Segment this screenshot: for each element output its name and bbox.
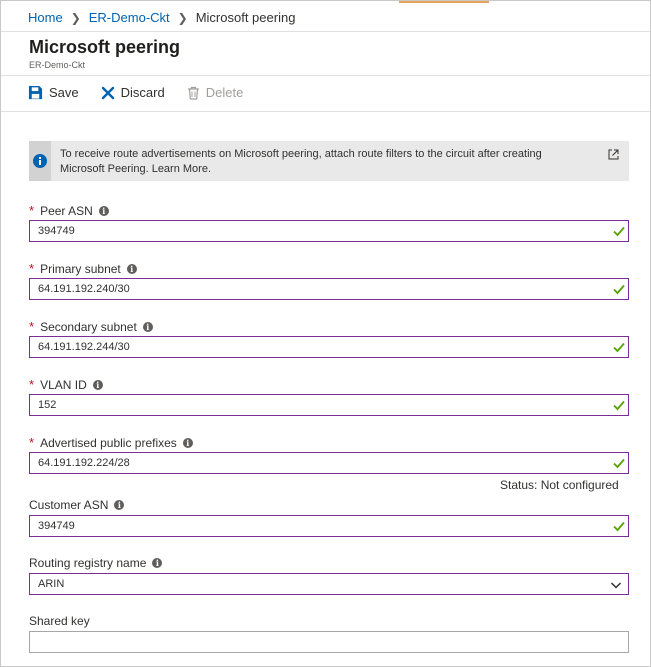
info-icon[interactable]: i [114, 500, 125, 510]
checkmark-icon [613, 458, 625, 469]
checkmark-icon [613, 342, 625, 353]
info-icon[interactable]: i [98, 205, 109, 216]
divider [1, 31, 650, 32]
customer-asn-label: Customer ASN i [29, 498, 125, 512]
info-icon[interactable]: i [92, 379, 103, 390]
close-x-icon [101, 86, 114, 99]
customer-asn-input[interactable]: 394749 [29, 515, 629, 537]
command-bar: Save Discard Delete [28, 85, 265, 100]
required-marker: * [29, 435, 35, 450]
peer-asn-input[interactable]: 394749 [29, 220, 629, 242]
primary-subnet-value: 64.191.192.240/30 [38, 283, 130, 295]
primary-subnet-input[interactable]: 64.191.192.240/30 [29, 278, 629, 300]
chevron-right-icon: ❯ [177, 10, 188, 25]
checkmark-icon [613, 226, 625, 237]
prefix-status-text: Status: Not configured [500, 478, 619, 492]
info-strip [29, 141, 51, 181]
required-marker: * [29, 377, 35, 392]
customer-asn-value: 394749 [38, 520, 75, 532]
peer-asn-value: 394749 [38, 225, 75, 237]
save-button[interactable]: Save [28, 85, 79, 100]
vlan-id-label-text: VLAN ID [40, 377, 87, 392]
info-banner-text: To receive route advertisements on Micro… [60, 147, 600, 177]
checkmark-icon [613, 284, 625, 295]
info-icon[interactable]: i [152, 558, 163, 568]
breadcrumb-circuit-link[interactable]: ER-Demo-Ckt [89, 10, 170, 25]
secondary-subnet-input[interactable]: 64.191.192.244/30 [29, 336, 629, 358]
shared-key-label-text: Shared key [29, 614, 90, 628]
vlan-id-label: * VLAN ID i [29, 377, 103, 392]
page-title: Microsoft peering [29, 37, 181, 57]
secondary-subnet-label-text: Secondary subnet [40, 319, 137, 334]
routing-registry-label-text: Routing registry name [29, 556, 147, 570]
info-banner-line-2[interactable]: Microsoft Peering. Learn More. [60, 162, 600, 177]
info-banner: To receive route advertisements on Micro… [29, 141, 629, 181]
required-marker: * [29, 203, 35, 218]
shared-key-label: Shared key [29, 614, 90, 628]
trash-icon [187, 86, 199, 100]
vlan-id-input[interactable]: 152 [29, 394, 629, 416]
peer-asn-label: * Peer ASN i [29, 203, 109, 218]
required-marker: * [29, 261, 35, 276]
delete-button[interactable]: Delete [187, 85, 244, 100]
info-icon [33, 154, 47, 168]
info-icon[interactable]: i [126, 263, 137, 274]
customer-asn-label-text: Customer ASN [29, 498, 109, 512]
save-button-label: Save [49, 85, 79, 100]
checkmark-icon [613, 521, 625, 532]
advertised-prefixes-input[interactable]: 64.191.192.224/28 [29, 452, 629, 474]
shared-key-input[interactable] [29, 631, 629, 653]
info-banner-line-1: To receive route advertisements on Micro… [60, 148, 542, 160]
chevron-right-icon: ❯ [70, 10, 81, 25]
breadcrumb-current: Microsoft peering [195, 10, 296, 25]
breadcrumb-home-link[interactable]: Home [28, 10, 63, 25]
routing-registry-select[interactable]: ARIN [29, 573, 629, 595]
breadcrumb: Home ❯ ER-Demo-Ckt ❯ Microsoft peering [28, 10, 295, 25]
advertised-prefixes-label: * Advertised public prefixes i [29, 435, 193, 450]
required-marker: * [29, 319, 35, 334]
info-icon[interactable]: i [182, 437, 193, 448]
vlan-id-value: 152 [38, 399, 57, 411]
chevron-down-icon [610, 582, 622, 589]
info-icon[interactable]: i [142, 321, 153, 332]
blade: Home ❯ ER-Demo-Ckt ❯ Microsoft peering M… [0, 0, 651, 667]
advertised-prefixes-label-text: Advertised public prefixes [40, 435, 177, 450]
page-subtitle: ER-Demo-Ckt [29, 60, 86, 70]
secondary-subnet-label: * Secondary subnet i [29, 319, 153, 334]
top-accent-bar [399, 1, 489, 3]
divider [1, 75, 650, 76]
primary-subnet-label: * Primary subnet i [29, 261, 137, 276]
secondary-subnet-value: 64.191.192.244/30 [38, 341, 130, 353]
primary-subnet-label-text: Primary subnet [40, 261, 121, 276]
delete-button-label: Delete [205, 85, 244, 100]
discard-button[interactable]: Discard [101, 85, 165, 100]
save-icon [28, 85, 43, 100]
discard-button-label: Discard [120, 85, 165, 100]
routing-registry-value: ARIN [38, 578, 65, 590]
checkmark-icon [613, 400, 625, 411]
peer-asn-label-text: Peer ASN [40, 203, 93, 218]
divider [1, 111, 650, 112]
advertised-prefixes-value: 64.191.192.224/28 [38, 457, 130, 469]
external-link-icon[interactable] [608, 149, 619, 160]
routing-registry-label: Routing registry name i [29, 556, 163, 570]
